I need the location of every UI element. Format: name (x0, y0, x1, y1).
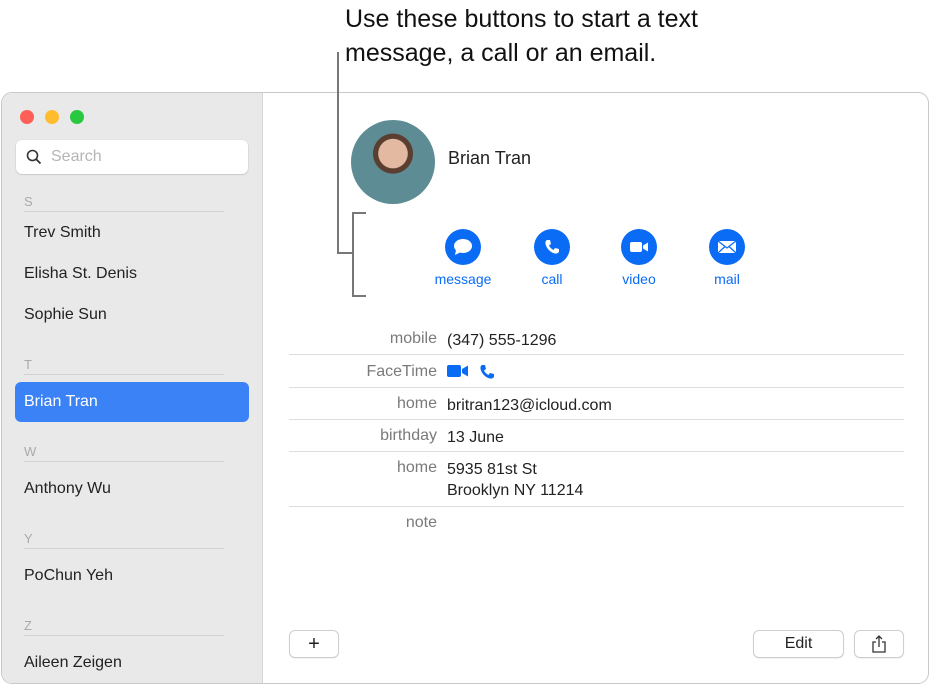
callout-line: message, a call or an email. (345, 36, 905, 70)
callout-bracket (352, 212, 366, 214)
close-button[interactable] (20, 110, 34, 124)
contact-item[interactable]: Elisha St. Denis (15, 254, 249, 294)
field-label: home (397, 395, 437, 413)
field-label: note (406, 514, 437, 532)
section-header: S (24, 194, 224, 212)
mail-icon (709, 229, 745, 265)
search-input[interactable]: Search (16, 140, 248, 174)
video-icon (621, 229, 657, 265)
field-value: 13 June (447, 427, 504, 448)
callout-line (337, 252, 353, 254)
contact-item[interactable]: Aileen Zeigen (15, 643, 249, 683)
search-icon (26, 149, 42, 165)
section-header: Y (24, 531, 224, 549)
callout-line: Use these buttons to start a text (345, 2, 905, 36)
divider (289, 506, 904, 507)
video-button[interactable]: video (599, 229, 679, 287)
field-value[interactable]: (347) 555-1296 (447, 330, 556, 351)
divider (289, 387, 904, 388)
divider (289, 451, 904, 452)
divider (289, 419, 904, 420)
facetime-audio-icon[interactable] (479, 364, 495, 380)
message-button[interactable]: message (423, 229, 503, 287)
callout-line (337, 52, 339, 254)
field-label: home (397, 459, 437, 477)
field-value[interactable]: britran123@icloud.com (447, 395, 612, 416)
callout-bracket (352, 212, 354, 297)
contact-item[interactable]: PoChun Yeh (15, 556, 249, 596)
facetime-video-icon[interactable] (447, 364, 469, 378)
share-icon (872, 635, 886, 653)
address-line: 5935 81st St (447, 459, 583, 480)
divider (289, 354, 904, 355)
callout-bracket (352, 295, 366, 297)
search-placeholder: Search (51, 148, 102, 166)
call-label: call (512, 271, 592, 287)
mail-label: mail (687, 271, 767, 287)
field-value[interactable]: 5935 81st StBrooklyn NY 11214 (447, 459, 583, 501)
contact-name: Brian Tran (448, 148, 531, 169)
video-label: video (599, 271, 679, 287)
field-label: mobile (390, 330, 437, 348)
zoom-button[interactable] (70, 110, 84, 124)
phone-icon (534, 229, 570, 265)
call-button[interactable]: call (512, 229, 592, 287)
edit-button[interactable]: Edit (753, 630, 844, 658)
contacts-window: Search S Trev Smith Elisha St. Denis Sop… (1, 92, 929, 684)
contact-avatar (351, 120, 435, 204)
mail-button[interactable]: mail (687, 229, 767, 287)
section-header: W (24, 444, 224, 462)
contact-item[interactable]: Anthony Wu (15, 469, 249, 509)
share-button[interactable] (854, 630, 904, 658)
contact-item[interactable]: Trev Smith (15, 213, 249, 253)
contact-item[interactable]: Sophie Sun (15, 295, 249, 335)
callout-text: Use these buttons to start a textmessage… (345, 2, 905, 70)
message-icon (445, 229, 481, 265)
section-header: Z (24, 618, 224, 636)
field-label: FaceTime (366, 363, 437, 381)
sidebar: Search S Trev Smith Elisha St. Denis Sop… (2, 93, 263, 683)
add-button[interactable]: + (289, 630, 339, 658)
section-header: T (24, 357, 224, 375)
field-label: birthday (380, 427, 437, 445)
message-label: message (423, 271, 503, 287)
contact-item-selected[interactable]: Brian Tran (15, 382, 249, 422)
address-line: Brooklyn NY 11214 (447, 480, 583, 501)
minimize-button[interactable] (45, 110, 59, 124)
